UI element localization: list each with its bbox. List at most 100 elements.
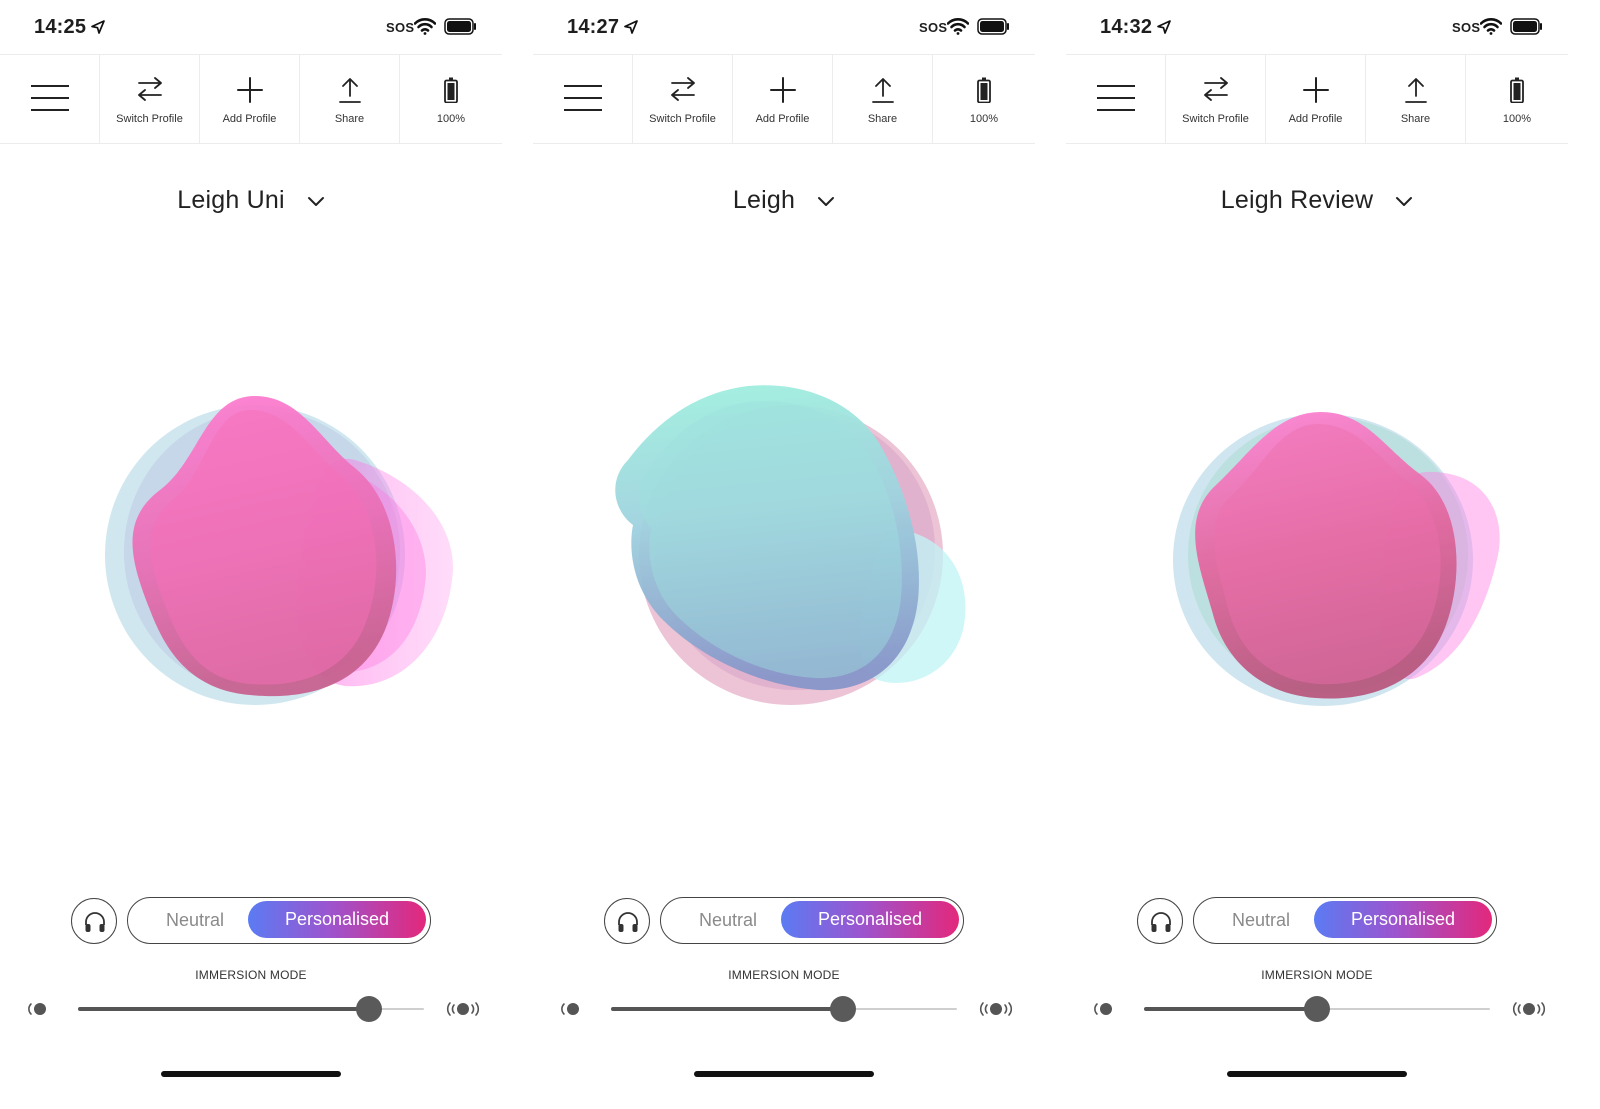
profile-name: Leigh Uni xyxy=(177,185,285,214)
toolbar-button-switch-arrows[interactable]: Switch Profile xyxy=(1166,55,1266,143)
immersion-low-icon xyxy=(28,1003,46,1015)
status-battery-icon xyxy=(444,18,476,35)
sos-indicator: SOS xyxy=(919,20,948,35)
menu-button[interactable] xyxy=(533,55,633,143)
immersion-slider-thumb[interactable] xyxy=(355,996,382,1022)
toolbar: Switch Profile Add Profile Share 100% xyxy=(1066,54,1568,144)
toolbar-button-switch-arrows[interactable]: Switch Profile xyxy=(100,55,200,143)
immersion-slider[interactable] xyxy=(1144,996,1490,1022)
immersion-mode-label: IMMERSION MODE xyxy=(728,968,840,982)
profile-selector[interactable]: Leigh xyxy=(533,178,1035,222)
sound-profile-visual xyxy=(0,300,502,820)
toolbar-button-label: 100% xyxy=(1502,113,1532,125)
headphones-button[interactable] xyxy=(71,898,117,944)
status-time: 14:32 xyxy=(1100,16,1153,38)
toolbar-button-switch-arrows[interactable]: Switch Profile xyxy=(633,55,733,143)
status-bar: 14:25 SOS xyxy=(0,0,502,54)
toolbar-button-label: Add Profile xyxy=(222,113,277,125)
immersion-slider-fill xyxy=(78,1007,369,1011)
toolbar-button-label: Switch Profile xyxy=(116,113,183,125)
toolbar-button-share-upload[interactable]: Share xyxy=(1366,55,1466,143)
immersion-high-icon xyxy=(1512,1002,1546,1016)
toolbar-button-plus[interactable]: Add Profile xyxy=(1266,55,1366,143)
immersion-slider-row xyxy=(1066,993,1568,1025)
toolbar-button-battery[interactable]: 100% xyxy=(933,55,1035,143)
immersion-slider-thumb[interactable] xyxy=(1304,996,1330,1022)
chevron-down-icon xyxy=(818,196,835,206)
toolbar-button-battery[interactable]: 100% xyxy=(400,55,502,143)
sound-profile-visual xyxy=(1066,300,1568,820)
status-battery-icon xyxy=(977,18,1009,35)
wifi-icon xyxy=(414,18,436,35)
toolbar-button-plus[interactable]: Add Profile xyxy=(200,55,300,143)
immersion-mode-label: IMMERSION MODE xyxy=(1261,968,1373,982)
toolbar-button-label: Add Profile xyxy=(755,113,810,125)
app-screens: 14:25 SOS Switch Profile Add Profile Sha… xyxy=(0,0,1600,1109)
status-time: 14:25 xyxy=(34,16,87,38)
immersion-low-icon xyxy=(561,1003,579,1015)
home-indicator xyxy=(1227,1071,1407,1077)
headphones-icon xyxy=(85,912,105,932)
immersion-high-icon xyxy=(979,1002,1013,1016)
menu-button[interactable] xyxy=(0,55,100,143)
immersion-high-icon xyxy=(446,1002,480,1016)
sound-profile-visual xyxy=(533,300,1035,820)
immersion-mode-label: IMMERSION MODE xyxy=(195,968,307,982)
chevron-down-icon xyxy=(1396,196,1413,206)
location-arrow-icon xyxy=(91,20,105,34)
sound-profile-blob xyxy=(105,396,454,705)
sound-profile-blob xyxy=(615,385,966,705)
profile-selector[interactable]: Leigh Uni xyxy=(0,178,502,222)
immersion-slider-fill xyxy=(611,1007,843,1011)
sound-mode-segmented-control: Neutral Personalised xyxy=(127,897,431,944)
menu-button[interactable] xyxy=(1066,55,1166,143)
sos-indicator: SOS xyxy=(386,20,415,35)
home-indicator xyxy=(694,1071,874,1077)
toolbar-button-label: 100% xyxy=(436,113,466,125)
toolbar-button-share-upload[interactable]: Share xyxy=(833,55,933,143)
toolbar-button-label: Switch Profile xyxy=(649,113,716,125)
toolbar-button-share-upload[interactable]: Share xyxy=(300,55,400,143)
sound-profile-blob xyxy=(1173,412,1500,706)
phone-screen: 14:25 SOS Switch Profile Add Profile Sha… xyxy=(0,0,502,1109)
headphones-icon xyxy=(618,912,638,932)
toolbar: Switch Profile Add Profile Share 100% xyxy=(0,54,502,144)
location-arrow-icon xyxy=(1157,20,1171,34)
profile-name: Leigh Review xyxy=(1220,185,1374,214)
toolbar-button-label: Switch Profile xyxy=(1182,113,1249,125)
immersion-slider[interactable] xyxy=(78,996,424,1022)
profile-selector[interactable]: Leigh Review xyxy=(1066,178,1568,222)
headphones-button[interactable] xyxy=(1137,898,1183,944)
wifi-icon xyxy=(947,18,969,35)
neutral-mode-option[interactable]: Neutral xyxy=(1194,898,1328,942)
toolbar: Switch Profile Add Profile Share 100% xyxy=(533,54,1035,144)
toolbar-button-label: 100% xyxy=(969,113,999,125)
personalised-mode-option[interactable]: Personalised xyxy=(1314,901,1492,938)
immersion-slider[interactable] xyxy=(611,996,957,1022)
neutral-mode-option[interactable]: Neutral xyxy=(661,898,795,942)
mode-toggle-row: Neutral Personalised xyxy=(604,897,964,945)
personalised-mode-option[interactable]: Personalised xyxy=(781,901,959,938)
sos-indicator: SOS xyxy=(1452,20,1481,35)
profile-name: Leigh xyxy=(732,185,796,214)
toolbar-button-battery[interactable]: 100% xyxy=(1466,55,1568,143)
sound-mode-segmented-control: Neutral Personalised xyxy=(1193,897,1497,944)
personalised-mode-option[interactable]: Personalised xyxy=(248,901,426,938)
toolbar-button-plus[interactable]: Add Profile xyxy=(733,55,833,143)
wifi-icon xyxy=(1480,18,1502,35)
toolbar-button-label: Share xyxy=(867,113,898,125)
status-time: 14:27 xyxy=(567,16,620,38)
immersion-slider-thumb[interactable] xyxy=(829,996,856,1022)
headphones-button[interactable] xyxy=(604,898,650,944)
immersion-slider-row xyxy=(0,993,502,1025)
headphones-icon xyxy=(1151,912,1171,932)
immersion-slider-fill xyxy=(1144,1007,1317,1011)
sound-mode-segmented-control: Neutral Personalised xyxy=(660,897,964,944)
chevron-down-icon xyxy=(307,196,324,206)
toolbar-button-label: Share xyxy=(334,113,365,125)
mode-toggle-row: Neutral Personalised xyxy=(1137,897,1497,945)
neutral-mode-option[interactable]: Neutral xyxy=(128,898,262,942)
home-indicator xyxy=(161,1071,341,1077)
immersion-low-icon xyxy=(1094,1003,1112,1015)
mode-toggle-row: Neutral Personalised xyxy=(71,897,431,945)
